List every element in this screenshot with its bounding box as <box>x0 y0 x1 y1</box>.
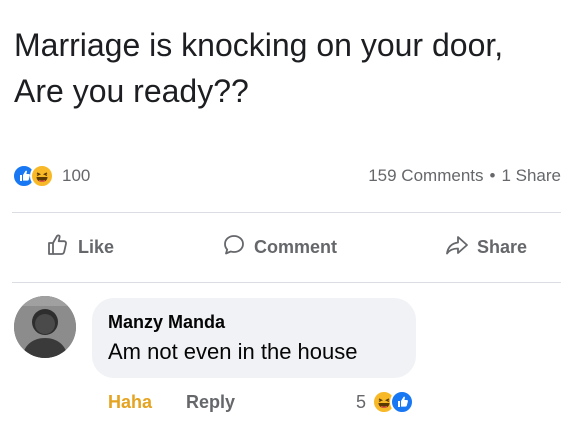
post-stats: 100 159 Comments • 1 Share <box>12 162 561 190</box>
share-arrow-icon <box>445 233 469 262</box>
like-button[interactable]: Like <box>12 229 144 266</box>
divider-bottom <box>12 282 561 283</box>
comment-reply-button[interactable]: Reply <box>186 392 235 413</box>
avatar[interactable] <box>14 296 76 358</box>
comment-reactions[interactable]: 5 <box>356 390 415 414</box>
speech-bubble-icon <box>222 233 246 262</box>
like-label: Like <box>78 236 115 257</box>
share-button[interactable]: Share <box>415 229 561 266</box>
post-action-bar: Like Comment Share <box>12 224 561 270</box>
thumbs-up-icon <box>46 233 70 262</box>
haha-icon <box>30 164 54 188</box>
reaction-count: 100 <box>62 166 91 185</box>
comment-author[interactable]: Manzy Manda <box>108 310 400 334</box>
like-icon <box>390 390 415 414</box>
comment-button[interactable]: Comment <box>192 229 367 266</box>
comment-reaction-count: 5 <box>356 391 367 412</box>
shares-count-link[interactable]: 1 Share <box>501 166 561 186</box>
reactions-summary[interactable]: 100 <box>12 164 90 188</box>
comment-actions: Haha Reply <box>108 392 235 413</box>
comment-label: Comment <box>253 236 337 257</box>
divider-top <box>12 212 561 213</box>
comment-haha-button[interactable]: Haha <box>108 392 152 413</box>
reaction-icons <box>12 164 54 188</box>
share-label: Share <box>476 236 527 257</box>
comments-count-link[interactable]: 159 Comments <box>368 166 483 186</box>
comment-bubble: Manzy Manda Am not even in the house <box>92 298 416 378</box>
separator-dot: • <box>489 166 496 185</box>
engagement-summary: 159 Comments • 1 Share <box>368 166 561 186</box>
comment-text: Am not even in the house <box>108 339 358 364</box>
post-text: Marriage is knocking on your door, Are y… <box>14 27 504 109</box>
